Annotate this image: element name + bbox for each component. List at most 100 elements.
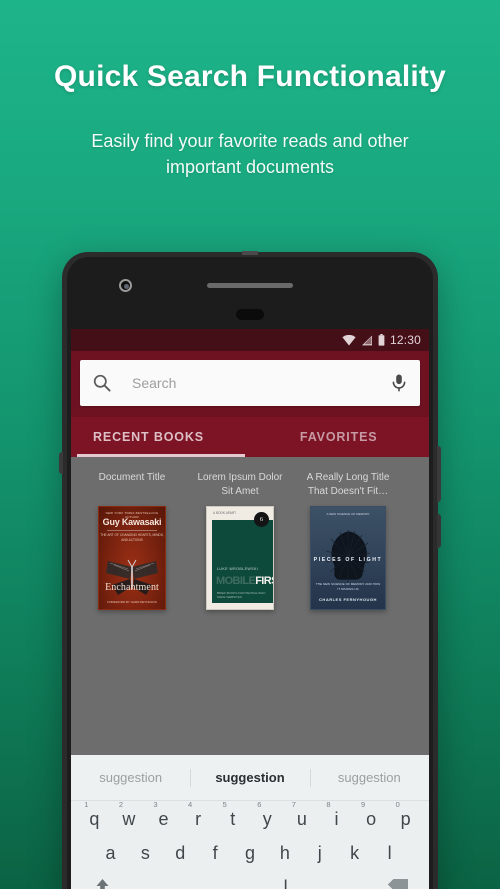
key-hint-4: 4 — [188, 800, 193, 809]
key-label: p — [400, 809, 411, 829]
cellular-signal-icon — [361, 335, 372, 345]
wifi-icon — [342, 334, 356, 345]
backspace-icon[interactable] — [375, 878, 421, 889]
promo-subtitle-line-2: important documents — [165, 157, 335, 178]
phone-left-button[interactable] — [59, 452, 63, 474]
phone-antenna-line — [242, 251, 258, 255]
key-label: r — [195, 809, 202, 829]
key-p[interactable]: 0p — [388, 801, 423, 829]
book-card[interactable]: A Really Long Title That Doesn't Fit… A … — [301, 471, 395, 610]
key-o[interactable]: 9o — [354, 801, 389, 829]
key-hint-2: 2 — [118, 800, 124, 809]
earpiece-speaker — [207, 283, 293, 288]
search-input[interactable]: Search — [132, 375, 390, 391]
phone-mockup: 12:30 Search RECENT BOOKS FAVORITES Docu… — [59, 251, 441, 889]
front-camera-icon — [119, 279, 132, 292]
key-label: o — [366, 809, 377, 829]
cover-title: PIECES OF LIGHT — [313, 557, 383, 563]
cover-footer: BRIEF BOOKS FOR PEOPLE WHO MAKE WEBSITES — [217, 591, 266, 599]
promo-subtitle-line-1: Easily find your favorite reads and othe… — [91, 131, 409, 151]
status-bar-time: 12:30 — [389, 333, 421, 347]
suggestion-item[interactable]: suggestion — [71, 770, 190, 785]
key-hint-8: 8 — [326, 800, 331, 809]
book-shelf: Document Title NEW YORK TIMES BESTSELLIN… — [71, 457, 429, 610]
cover-subtitle: THE ART OF CHANGING HEARTS, MINDS, AND A… — [100, 533, 164, 542]
cover-footer: FOREWORD BY GARR REYNOLDS — [107, 600, 157, 605]
phone-volume-button[interactable] — [437, 514, 441, 548]
key-k[interactable]: k — [337, 844, 372, 862]
key-b[interactable]: l — [268, 878, 304, 889]
book-cover[interactable]: NEW YORK TIMES BESTSELLING AUTHOR Guy Ka… — [98, 506, 166, 610]
phone-power-button[interactable] — [437, 446, 441, 502]
cover-title-part1: MOBILE — [216, 575, 256, 587]
book-card[interactable]: Document Title NEW YORK TIMES BESTSELLIN… — [85, 471, 179, 610]
key-hint-9: 9 — [360, 800, 366, 809]
key-label: u — [296, 809, 307, 829]
cover-author: CHARLES FERNYHOUGH — [319, 597, 377, 602]
key-j[interactable]: j — [302, 844, 337, 862]
cover-badge: 6 — [254, 512, 269, 527]
cover-title: MOBILEFIRST — [216, 575, 273, 587]
cover-title: Enchantment — [105, 582, 159, 593]
key-y[interactable]: 6y — [250, 801, 285, 829]
book-title: Document Title — [98, 472, 166, 483]
book-title: Lorem Ipsum Dolor Sit Amet — [197, 472, 283, 497]
tab-recent-books[interactable]: RECENT BOOKS — [71, 417, 226, 457]
on-screen-keyboard: 1q 2w 3e 4r 5t 6y 7u 8i 9o 0p a s d f g — [71, 801, 429, 889]
key-h[interactable]: h — [267, 844, 302, 862]
book-cover[interactable]: A BOOK APART 6 LUKE WROBLEWSKI MOBILEFIR… — [206, 506, 274, 610]
key-a[interactable]: a — [93, 844, 128, 862]
phone-top-bezel — [67, 257, 433, 329]
key-hint-0: 0 — [395, 800, 400, 809]
app-bar: Search — [71, 351, 429, 417]
suggestion-bar: suggestion suggestion suggestion — [71, 755, 429, 801]
suggestion-item[interactable]: suggestion — [310, 770, 429, 785]
key-g[interactable]: g — [233, 844, 268, 862]
tab-bar: RECENT BOOKS FAVORITES D — [71, 417, 429, 457]
cover-author: Guy Kawasaki — [102, 517, 162, 527]
search-bar[interactable]: Search — [80, 360, 420, 406]
shift-arrow-icon[interactable] — [79, 878, 125, 889]
cover-publisher: A BOOK APART — [213, 511, 237, 515]
key-label: q — [89, 809, 100, 829]
key-hint-5: 5 — [222, 800, 227, 809]
key-hint-3: 3 — [153, 800, 158, 809]
key-w[interactable]: 2w — [112, 801, 147, 829]
keyboard-row-3: l — [75, 878, 425, 889]
promo-header: Quick Search Functionality Easily find y… — [0, 0, 500, 180]
key-q[interactable]: 1q — [77, 801, 112, 829]
book-card[interactable]: Lorem Ipsum Dolor Sit Amet A BOOK APART … — [193, 471, 287, 610]
tab-favorites[interactable]: FAVORITES — [278, 417, 400, 457]
key-label: y — [262, 809, 272, 829]
key-u[interactable]: 7u — [285, 801, 320, 829]
cover-divider — [107, 530, 157, 531]
search-icon[interactable] — [92, 373, 112, 393]
key-f[interactable]: f — [198, 844, 233, 862]
book-cover[interactable]: A NEW SCIENCE OF MEMORY PIECES OF LIGHT … — [310, 506, 386, 610]
battery-icon — [378, 334, 385, 346]
key-i[interactable]: 8i — [319, 801, 354, 829]
microphone-icon[interactable] — [390, 373, 408, 393]
key-s[interactable]: s — [128, 844, 163, 862]
key-label: w — [122, 809, 136, 829]
key-t[interactable]: 5t — [215, 801, 250, 829]
page-title: Quick Search Functionality — [54, 60, 446, 93]
key-hint-7: 7 — [291, 800, 296, 809]
key-r[interactable]: 4r — [181, 801, 216, 829]
proximity-sensor — [236, 309, 264, 320]
cover-top-line: A NEW SCIENCE OF MEMORY — [326, 512, 370, 516]
key-l[interactable]: l — [372, 844, 407, 862]
key-hint-6: 6 — [257, 800, 262, 809]
book-title: A Really Long Title That Doesn't Fit… — [306, 472, 390, 497]
phone-screen: 12:30 Search RECENT BOOKS FAVORITES Docu… — [71, 329, 429, 889]
cover-author: LUKE WROBLEWSKI — [217, 567, 259, 571]
cover-title-part2: FIRST — [255, 575, 273, 587]
key-label: i — [334, 809, 339, 829]
content-area: Document Title NEW YORK TIMES BESTSELLIN… — [71, 457, 429, 755]
key-label: t — [230, 809, 236, 829]
phone-body: 12:30 Search RECENT BOOKS FAVORITES Docu… — [67, 257, 433, 889]
suggestion-item-active[interactable]: suggestion — [190, 770, 309, 785]
key-e[interactable]: 3e — [146, 801, 181, 828]
keyboard-row-2: a s d f g h j k l — [75, 844, 425, 862]
key-d[interactable]: d — [163, 844, 198, 862]
